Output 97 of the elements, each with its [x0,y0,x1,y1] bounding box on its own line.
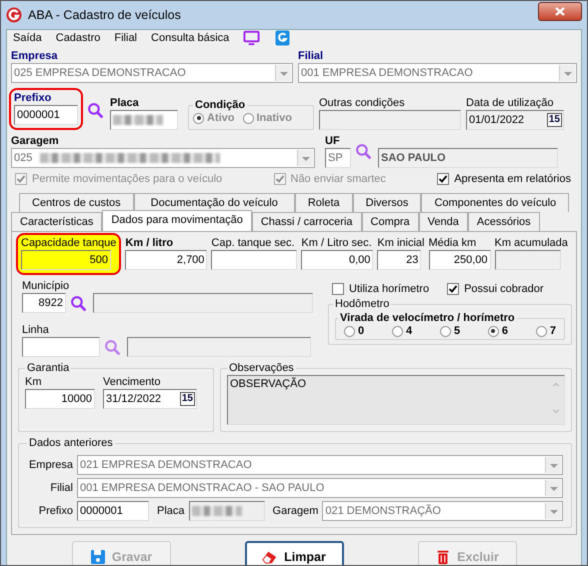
tab[interactable]: Roleta [294,193,353,212]
eraser-icon [262,549,278,565]
field-label: Garagem [272,504,318,518]
state-field[interactable]: SP [325,148,351,168]
search-icon[interactable] [355,142,372,160]
menu-item[interactable]: Consulta básica [151,32,230,44]
prefix-field[interactable]: 0000001 [14,105,78,125]
field-label: Empresa [11,49,58,63]
line-field[interactable] [22,337,100,357]
field-label: Km [25,375,42,389]
field-label: Capacidade tanque [21,236,116,250]
field-label: Garagem [11,134,60,148]
field-label: Km / Litro sec. [301,236,373,250]
group-label: Dados anteriores [28,436,114,450]
field-label: Placa [110,96,140,110]
number-field[interactable]: 0,00 [301,250,374,270]
blurred-text [113,115,163,125]
check-icon [274,174,284,184]
line-name-field[interactable] [127,337,311,357]
plate-field[interactable] [110,110,178,130]
garage-dropdown[interactable]: 025 [11,148,315,168]
group-label: Observações [228,361,295,375]
group-label: Condição [194,98,246,112]
prefix-field[interactable]: 0000001 [77,501,149,521]
search-icon[interactable] [70,294,87,312]
other-conditions-field[interactable] [319,110,461,130]
window-title: ABA - Cadastro de veículos [28,8,181,22]
tab[interactable]: Diversos [352,193,422,212]
number-field[interactable] [211,250,298,270]
tab[interactable]: Chassi / carroceria [252,212,362,231]
field-label: Km / litro [125,236,174,250]
search-icon[interactable] [104,338,121,356]
field-label: Filial [49,481,73,495]
monitor-icon[interactable] [243,30,260,46]
blurred-text [192,506,242,516]
field-label: Km acumulada [494,236,568,250]
checkbox[interactable]: Apresenta em relatórios [437,173,571,185]
clear-button[interactable]: Limpar [244,541,344,565]
tab[interactable]: Características [11,212,102,231]
app-logo-icon [6,7,22,23]
field-label: Outras condições [319,96,406,110]
notes-field[interactable]: OBSERVAÇÃO [227,375,565,425]
menu-item[interactable]: Cadastro [56,32,100,44]
calendar-button[interactable]: 15 [546,113,562,127]
search-icon[interactable] [87,102,104,119]
field-label: Vencimento [103,375,162,389]
menu-item[interactable]: Filial [114,32,138,44]
checkbox[interactable]: Utiliza horímetro [332,283,430,295]
number-field[interactable]: 23 [377,250,422,270]
field-label: Km inicial [377,236,424,250]
tab[interactable]: Compra [362,212,419,231]
field-label: Prefixo [14,91,52,105]
field-label: Linha [22,323,50,337]
close-button[interactable] [538,2,582,21]
checkbox[interactable]: Possui cobrador [447,283,544,295]
group-label: Garantia [26,361,70,375]
field-label: Cap. tanque sec. [211,236,296,250]
field-label: Prefixo [38,504,73,518]
number-field[interactable]: 250,00 [428,250,490,270]
check-icon [16,174,26,184]
tab[interactable]: Dados para movimentação [102,210,252,231]
trash-icon [435,549,452,565]
calendar-button[interactable]: 15 [180,392,195,406]
date-field[interactable]: 31/12/2022 15 [103,389,197,409]
field-label: Média km [428,236,478,250]
tab[interactable]: Acessórios [468,212,540,231]
field-label: UF [325,134,341,148]
municipality-name-field[interactable] [93,293,313,313]
field-label: Empresa [28,458,73,472]
municipality-code-field[interactable]: 8922 [22,293,66,313]
check-icon [438,174,448,184]
field-label: Filial [298,49,324,63]
plate-field[interactable] [188,501,265,521]
branch-dropdown[interactable]: 001 EMPRESA DEMONSTRACAO - SAO PAULO [77,478,563,498]
tab[interactable]: Centros de custos [19,193,134,212]
number-field[interactable]: 500 [21,250,111,270]
company-dropdown[interactable]: 021 EMPRESA DEMONSTRACAO [77,455,563,475]
tab[interactable]: Venda [418,212,468,231]
warranty-km-field[interactable]: 10000 [25,389,95,409]
garage-dropdown[interactable]: 021 DEMONSTRAÇÃO [322,501,563,521]
group-label: Hodômetro [334,297,390,311]
radio-button[interactable]: 0 [344,325,364,337]
company-dropdown[interactable]: 025 EMPRESA DEMONSTRACAO [11,63,293,83]
menu-item[interactable]: Saída [13,32,42,44]
branch-dropdown[interactable]: 001 EMPRESA DEMONSTRACAO [298,63,577,83]
tab[interactable]: Documentação do veículo [134,193,295,212]
app-logo-icon[interactable] [274,30,292,46]
field-label: Data de utilização [466,96,554,110]
group-label: Virada de velocímetro / horímetro [339,311,516,325]
close-icon [555,7,565,16]
date-field[interactable]: 01/01/2022 15 [466,110,564,130]
field-label: Município [22,279,70,293]
tab[interactable]: Componentes do veículo [421,193,570,212]
field-label: Placa [157,504,185,518]
number-field[interactable]: 2,700 [125,250,208,270]
check-icon [448,284,458,294]
state-name-field[interactable]: SAO PAULO [378,148,558,168]
